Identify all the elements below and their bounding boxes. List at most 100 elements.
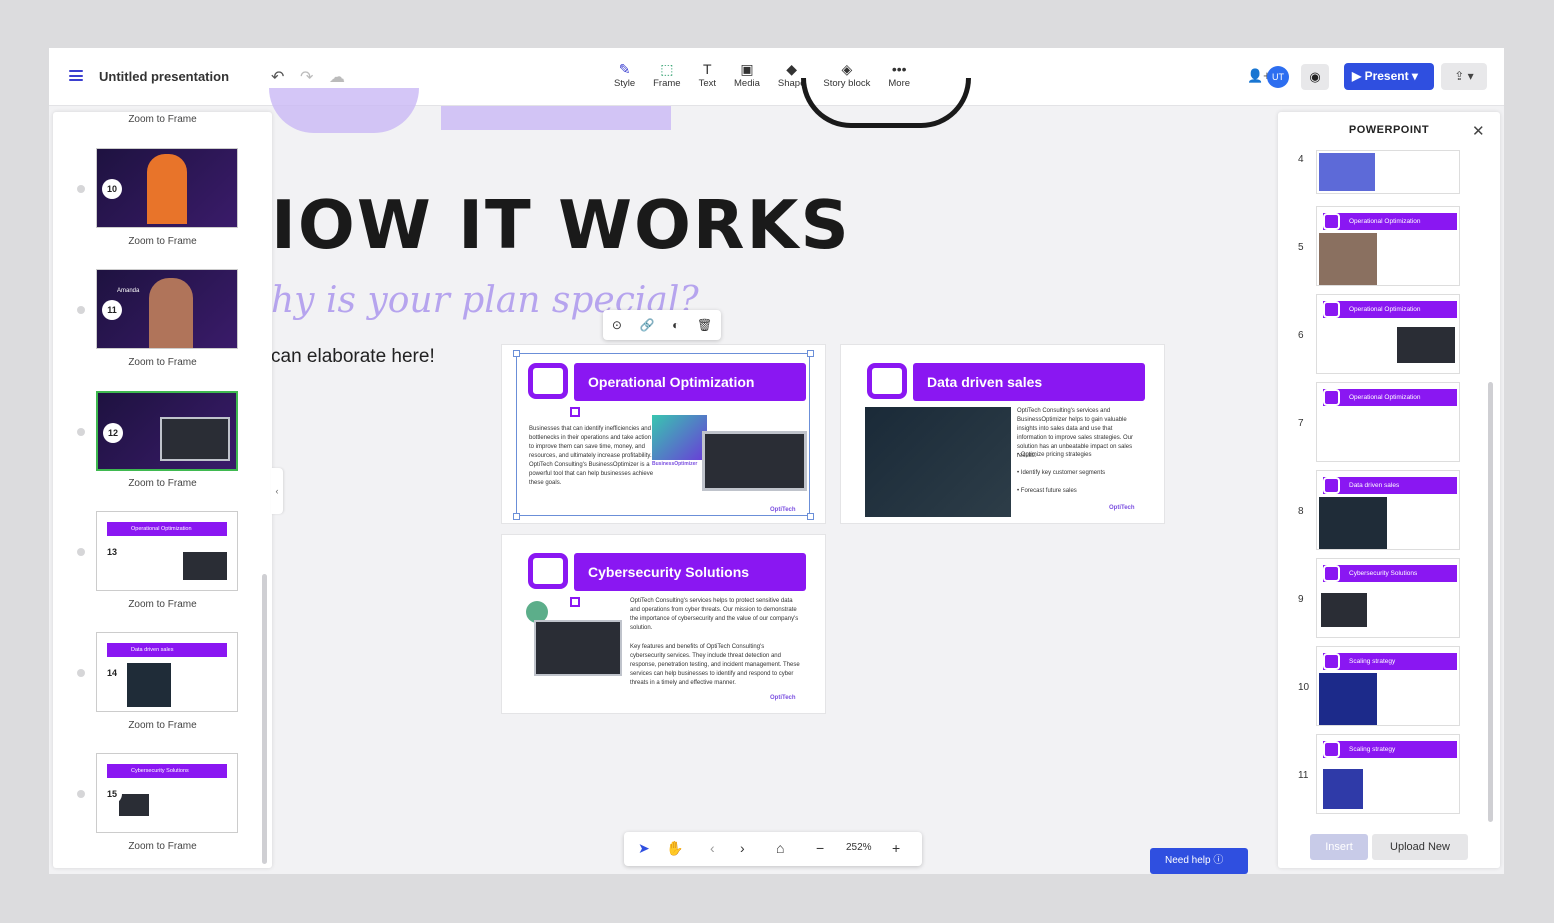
frame-dot[interactable]	[77, 790, 85, 798]
need-help-button[interactable]: Need help ⓘ	[1150, 848, 1248, 874]
selection-box[interactable]	[516, 353, 810, 516]
ppt-thumb[interactable]: Cybersecurity Solutions	[1316, 558, 1460, 638]
zoom-level[interactable]: 252%	[846, 842, 872, 853]
thumb-title-bar: Cybersecurity Solutions	[107, 764, 227, 778]
zoom-out-icon[interactable]: −	[816, 840, 824, 856]
scrollbar[interactable]	[1488, 382, 1493, 822]
laptop-image	[183, 552, 227, 580]
frame-dot[interactable]	[77, 306, 85, 314]
thumb-title-bar: Operational Optimization	[1323, 389, 1457, 406]
person-image	[147, 154, 187, 224]
presentation-title[interactable]: Untitled presentation	[99, 69, 229, 84]
upload-new-button[interactable]: Upload New	[1372, 834, 1468, 860]
optitech-logo: OptiTech	[770, 695, 796, 701]
scrollbar[interactable]	[262, 574, 267, 864]
dashboard-image	[127, 663, 171, 707]
tool-media[interactable]: ▣ Media	[725, 60, 769, 89]
frame-thumb-15[interactable]: Cybersecurity Solutions 15	[96, 753, 238, 833]
export-button[interactable]: ⇪ ▾	[1441, 63, 1487, 90]
frame-thumb-10[interactable]: 10	[96, 148, 238, 228]
layers-icon: ◈	[841, 61, 853, 77]
ppt-thumb[interactable]: Operational Optimization	[1316, 382, 1460, 462]
home-icon[interactable]: ⌂	[776, 840, 784, 856]
cursor-icon[interactable]: ➤	[638, 840, 650, 857]
prev-icon[interactable]: ‹	[710, 840, 715, 856]
zoom-frame-icon[interactable]: ⊙	[612, 318, 622, 332]
next-icon[interactable]: ›	[740, 840, 745, 856]
menu-icon[interactable]	[69, 70, 83, 81]
zoom-to-frame-link[interactable]: Zoom to Frame	[53, 841, 272, 852]
link-icon[interactable]: 🔗	[640, 318, 655, 332]
eye-icon: ◉	[1309, 69, 1321, 84]
small-square	[570, 597, 580, 607]
frame-thumb-11[interactable]: 11 Amanda	[96, 269, 238, 349]
hand-icon[interactable]: ✋	[666, 840, 683, 857]
ppt-thumb[interactable]: Data driven sales	[1316, 470, 1460, 550]
ppt-thumb[interactable]: Scaling strategy	[1316, 646, 1460, 726]
bullet-item: • Identify key customer segments	[1017, 470, 1106, 476]
slide-body-text[interactable]: can elaborate here!	[271, 346, 435, 368]
undo-icon[interactable]: ↶	[271, 67, 284, 87]
text-icon: T	[703, 61, 712, 77]
thumb-image	[1319, 153, 1375, 191]
thumb-title-bar: Data driven sales	[107, 643, 227, 657]
resize-handle[interactable]	[513, 513, 520, 520]
frame-thumb-12[interactable]: 12	[96, 391, 238, 471]
export-icon: ⇪ ▾	[1454, 69, 1474, 83]
ppt-thumb[interactable]: Scaling strategy	[1316, 734, 1460, 814]
frame-dot[interactable]	[77, 428, 85, 436]
tool-style[interactable]: ✎ Style	[605, 60, 644, 89]
resize-handle[interactable]	[807, 513, 814, 520]
zoom-to-frame-link[interactable]: Zoom to Frame	[53, 720, 272, 731]
insert-button[interactable]: Insert	[1310, 834, 1368, 860]
ppt-thumb[interactable]: Operational Optimization	[1316, 206, 1460, 286]
zoom-to-frame-link[interactable]: Zoom to Frame	[53, 599, 272, 610]
tool-text[interactable]: T Text	[690, 60, 725, 89]
redo-icon[interactable]: ↷	[300, 67, 313, 87]
thumb-image	[1319, 233, 1377, 285]
ppt-thumb[interactable]: Operational Optimization	[1316, 294, 1460, 374]
thumb-image	[1319, 497, 1387, 549]
zoom-to-frame-link[interactable]: Zoom to Frame	[53, 478, 272, 489]
canvas-slide-cybersecurity[interactable]: Cybersecurity Solutions OptiTech Consult…	[501, 534, 826, 714]
cloud-icon: ☁	[329, 69, 345, 86]
avatar[interactable]: UT	[1267, 66, 1289, 88]
frame-dot[interactable]	[77, 669, 85, 677]
close-icon[interactable]: ✕	[1472, 122, 1485, 140]
thumb-image	[1319, 673, 1377, 725]
panel-title: POWERPOINT	[1348, 124, 1430, 136]
tool-frame[interactable]: ⬚ Frame	[644, 60, 689, 89]
zoom-to-frame-link[interactable]: Zoom to Frame	[53, 236, 272, 247]
resize-handle[interactable]	[513, 350, 520, 357]
laptop-image	[534, 620, 622, 676]
frame-thumb-13[interactable]: Operational Optimization 13	[96, 511, 238, 591]
thumb-title-bar: Scaling strategy	[1323, 653, 1457, 670]
resize-handle[interactable]	[807, 350, 814, 357]
slide-title-bar: Cybersecurity Solutions	[574, 553, 806, 591]
ppt-thumb[interactable]	[1316, 150, 1460, 194]
powerpoint-panel: POWERPOINT ✕ 4 5 Operational Optimization…	[1278, 112, 1500, 868]
delete-icon[interactable]: 🗑	[697, 318, 712, 332]
decorative-ring	[801, 78, 971, 128]
thumb-title-bar: Scaling strategy	[1323, 741, 1457, 758]
slide-title-bar: Data driven sales	[913, 363, 1145, 401]
thumb-title-bar: Operational Optimization	[107, 522, 227, 536]
zoom-in-icon[interactable]: +	[892, 840, 900, 856]
present-button[interactable]: ▶ Present ▾	[1344, 63, 1434, 90]
frame-thumb-14[interactable]: Data driven sales 14	[96, 632, 238, 712]
slide-headline[interactable]: IOW IT WORKS	[271, 186, 851, 264]
more-icon: •••	[891, 61, 907, 77]
collapse-panel-button[interactable]: ‹	[271, 468, 283, 514]
chevron-left-icon: ‹	[275, 486, 279, 496]
zoom-to-frame-link[interactable]: Zoom to Frame	[53, 357, 272, 368]
canvas-slide-data-driven-sales[interactable]: Data driven sales OptiTech Consulting's …	[840, 344, 1165, 524]
frame-dot[interactable]	[77, 185, 85, 193]
zoom-to-frame-link[interactable]: Zoom to Frame	[53, 114, 272, 125]
thumb-image	[1397, 327, 1455, 363]
thumb-box	[1323, 477, 1340, 494]
frame-dot[interactable]	[77, 548, 85, 556]
thumb-title-bar: Data driven sales	[1323, 477, 1457, 494]
style-icon[interactable]: ◐	[672, 318, 679, 332]
preview-button[interactable]: ◉	[1301, 64, 1329, 90]
checkbox-shape	[867, 363, 907, 399]
